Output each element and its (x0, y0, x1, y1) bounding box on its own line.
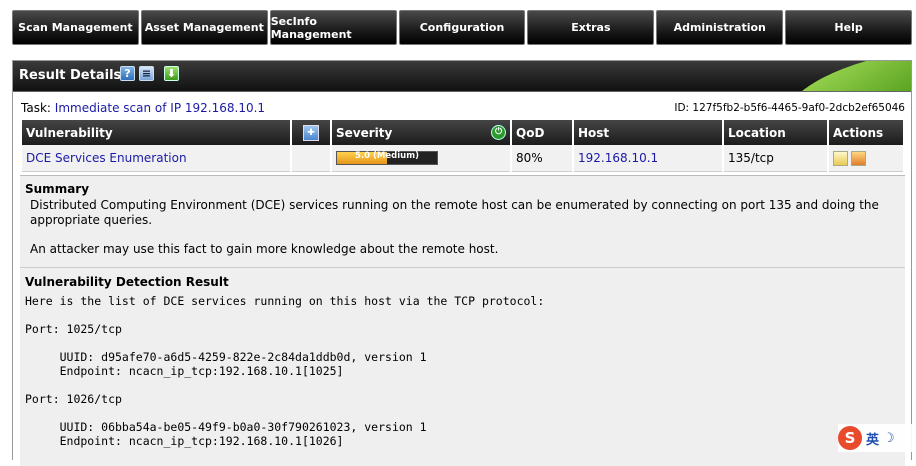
menu-secinfo-management[interactable]: SecInfo Management (269, 10, 397, 45)
panel-header: Result Details ? ≡ ⬇ (13, 61, 911, 92)
severity-label: 5.0 (Medium) (355, 151, 419, 161)
result-details-body: Summary Distributed Computing Environmen… (20, 175, 905, 466)
menu-help[interactable]: Help (785, 10, 913, 45)
cell-qod: 80% (512, 145, 572, 172)
menu-asset-management[interactable]: Asset Management (140, 10, 268, 45)
detection-result: Here is the list of DCE services running… (25, 294, 545, 448)
menu-administration[interactable]: Administration (656, 10, 784, 45)
help-icon[interactable]: ? (120, 66, 135, 81)
col-location[interactable]: Location (724, 120, 827, 145)
col-qod[interactable]: QoD (512, 120, 572, 145)
col-severity-label: Severity (336, 125, 393, 140)
header-swoosh-decoration (783, 61, 911, 91)
cell-solution-type (292, 145, 330, 172)
menu-extras[interactable]: Extras (527, 10, 655, 45)
cell-host: 192.168.10.1 (574, 145, 722, 172)
summary-text: Distributed Computing Environment (DCE) … (30, 198, 879, 227)
summary-heading: Summary (25, 182, 90, 196)
power-icon[interactable]: ⏻ (491, 125, 506, 140)
add-note-icon[interactable] (851, 150, 866, 166)
add-override-icon[interactable] (833, 150, 848, 166)
cell-actions (829, 145, 903, 172)
host-link[interactable]: 192.168.10.1 (578, 151, 658, 165)
summary-text-attacker: An attacker may use this fact to gain mo… (30, 242, 499, 256)
severity-bar: 5.0 (Medium) (336, 151, 438, 165)
ime-logo-icon[interactable]: S (838, 426, 862, 450)
ime-tray: S 英 ☽ (838, 424, 916, 452)
task-link[interactable]: Immediate scan of IP 192.168.10.1 (55, 101, 265, 115)
result-details-panel: Result Details ? ≡ ⬇ Task: Immediate sca… (12, 60, 912, 466)
col-vulnerability[interactable]: Vulnerability (22, 120, 290, 145)
detection-heading: Vulnerability Detection Result (25, 275, 229, 289)
ime-language[interactable]: 英 (866, 429, 879, 448)
results-table: Vulnerability ✚ Severity ⏻ QoD Host Locat… (20, 120, 905, 172)
download-icon[interactable]: ⬇ (164, 66, 179, 81)
moon-icon[interactable]: ☽ (883, 431, 895, 446)
menu-configuration[interactable]: Configuration (398, 10, 526, 45)
cell-location: 135/tcp (724, 145, 827, 172)
col-solution-type: ✚ (292, 120, 330, 145)
col-severity[interactable]: Severity ⏻ (332, 120, 510, 145)
result-id: ID: 127f5fb2-b5f6-4465-9af0-2dcb2ef65046 (674, 102, 905, 114)
puzzle-icon: ✚ (303, 124, 319, 141)
cell-vulnerability: DCE Services Enumeration (22, 145, 290, 172)
menu-scan-management[interactable]: Scan Management (12, 10, 139, 45)
cell-severity: 5.0 (Medium) (332, 145, 510, 172)
task-row: Task: Immediate scan of IP 192.168.10.1 … (19, 99, 905, 117)
col-actions: Actions (829, 120, 903, 145)
list-icon[interactable]: ≡ (139, 66, 154, 81)
task-label: Task: Immediate scan of IP 192.168.10.1 (21, 101, 265, 115)
main-menu: Scan Management Asset Management SecInfo… (12, 10, 913, 45)
panel-title: Result Details (19, 68, 122, 83)
col-host[interactable]: Host (574, 120, 722, 145)
table-row: DCE Services Enumeration 5.0 (Medium) 80… (22, 145, 903, 172)
vulnerability-link[interactable]: DCE Services Enumeration (26, 151, 187, 165)
task-label-text: Task: (21, 101, 51, 115)
